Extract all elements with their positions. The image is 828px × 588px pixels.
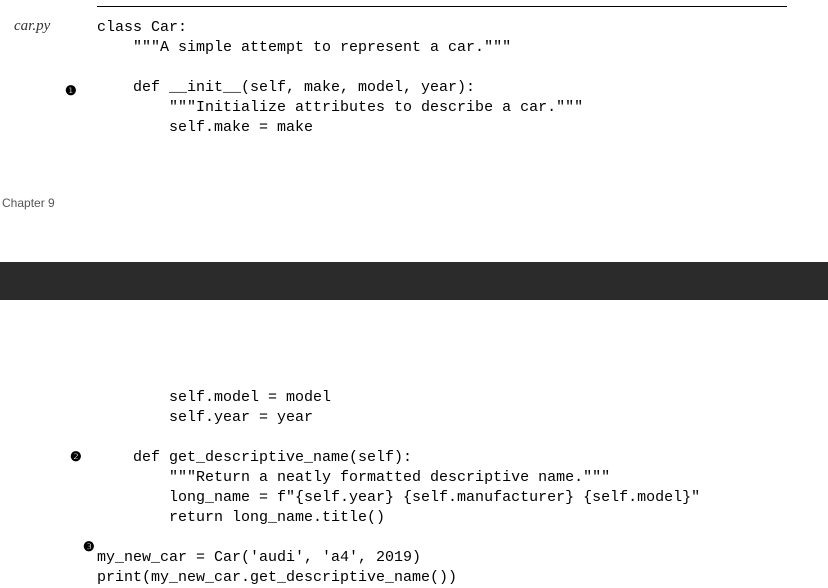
annotation-bullet-2: ❷ (70, 449, 82, 465)
annotation-bullet-3: ❸ (83, 539, 95, 555)
code-block-top: class Car: """A simple attempt to repres… (97, 18, 583, 138)
chapter-label: Chapter 9 (2, 196, 55, 210)
annotation-bullet-1: ❶ (65, 83, 77, 99)
horizontal-rule (97, 6, 787, 7)
filename-label: car.py (14, 18, 50, 35)
page-break-bar (0, 262, 828, 300)
code-block-bottom: self.model = model self.year = year def … (97, 388, 700, 588)
